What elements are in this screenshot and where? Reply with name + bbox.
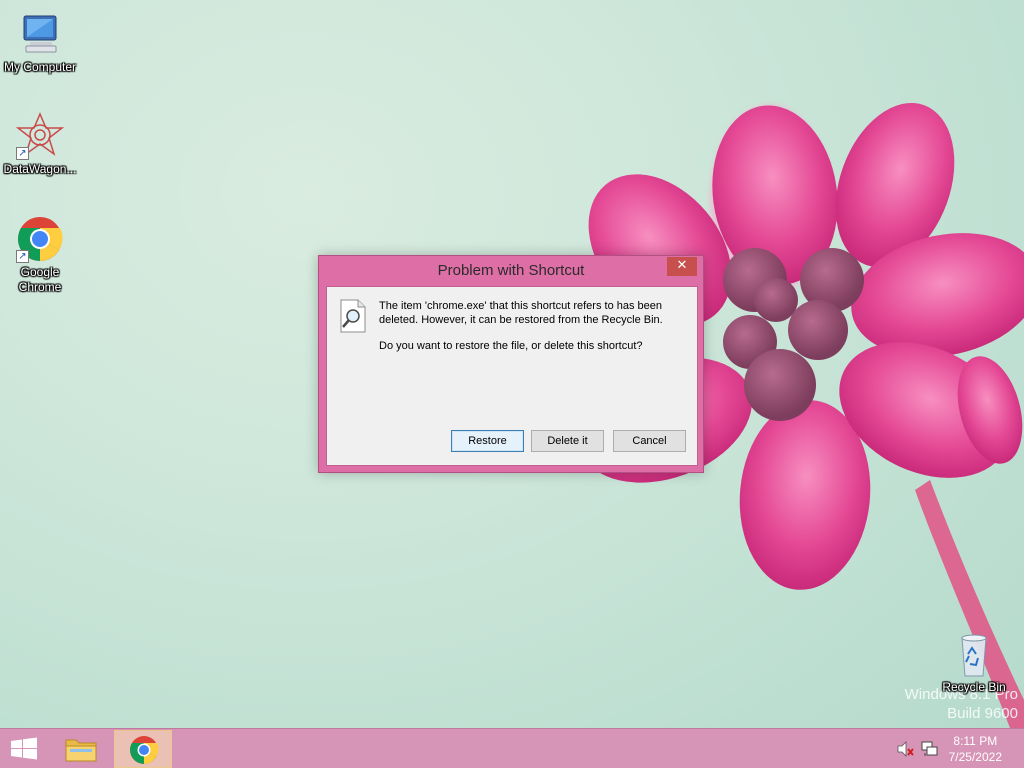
restore-button[interactable]: Restore bbox=[451, 430, 524, 452]
dialog-title: Problem with Shortcut bbox=[437, 262, 585, 279]
datawagon-logo-icon: ↗ bbox=[15, 112, 65, 160]
problem-with-shortcut-dialog: Problem with Shortcut ✕ The item 'chrome… bbox=[318, 255, 704, 473]
folder-icon bbox=[65, 739, 97, 762]
dialog-message-primary: The item 'chrome.exe' that this shortcut… bbox=[379, 300, 663, 326]
delete-it-button[interactable]: Delete it bbox=[531, 430, 604, 452]
desktop-icon-label: Recycle Bin bbox=[942, 680, 1006, 694]
dialog-body: The item 'chrome.exe' that this shortcut… bbox=[326, 286, 698, 466]
chrome-icon: ↗ bbox=[16, 215, 64, 263]
start-button[interactable] bbox=[0, 729, 48, 768]
recycle-bin-icon bbox=[950, 630, 998, 678]
dialog-message-question: Do you want to restore the file, or dele… bbox=[379, 340, 643, 352]
clock-time: 8:11 PM bbox=[953, 734, 998, 748]
taskbar-clock[interactable]: 8:11 PM 7/25/2022 bbox=[949, 733, 1002, 765]
computer-icon bbox=[16, 10, 64, 58]
desktop-icon-my-computer[interactable]: My Computer bbox=[0, 10, 80, 75]
clock-date: 7/25/2022 bbox=[948, 750, 1002, 764]
file-search-icon bbox=[338, 299, 368, 333]
desktop-icon-google-chrome[interactable]: ↗ Google Chrome bbox=[0, 215, 80, 295]
shortcut-arrow-icon: ↗ bbox=[16, 147, 29, 160]
desktop-icon-label: DataWagon... bbox=[3, 162, 77, 176]
desktop-icon-label: Google Chrome bbox=[18, 265, 62, 294]
close-button[interactable]: ✕ bbox=[667, 257, 697, 276]
watermark-build: Build 9600 bbox=[947, 705, 1018, 722]
shortcut-arrow-icon: ↗ bbox=[16, 250, 29, 263]
taskbar: 8:11 PM 7/25/2022 bbox=[0, 728, 1024, 768]
cancel-button[interactable]: Cancel bbox=[613, 430, 686, 452]
windows-logo-icon bbox=[11, 737, 37, 760]
taskbar-file-explorer[interactable] bbox=[52, 730, 110, 768]
dialog-message: The item 'chrome.exe' that this shortcut… bbox=[379, 299, 679, 365]
taskbar-google-chrome[interactable] bbox=[114, 730, 172, 768]
network-icon[interactable] bbox=[921, 741, 939, 757]
volume-muted-icon[interactable] bbox=[896, 741, 914, 757]
chrome-icon bbox=[130, 736, 159, 764]
desktop-icon-datawagon[interactable]: ↗ DataWagon... bbox=[0, 112, 80, 177]
desktop-icon-label: My Computer bbox=[3, 60, 77, 74]
desktop-icon-recycle-bin[interactable]: Recycle Bin bbox=[934, 630, 1014, 695]
